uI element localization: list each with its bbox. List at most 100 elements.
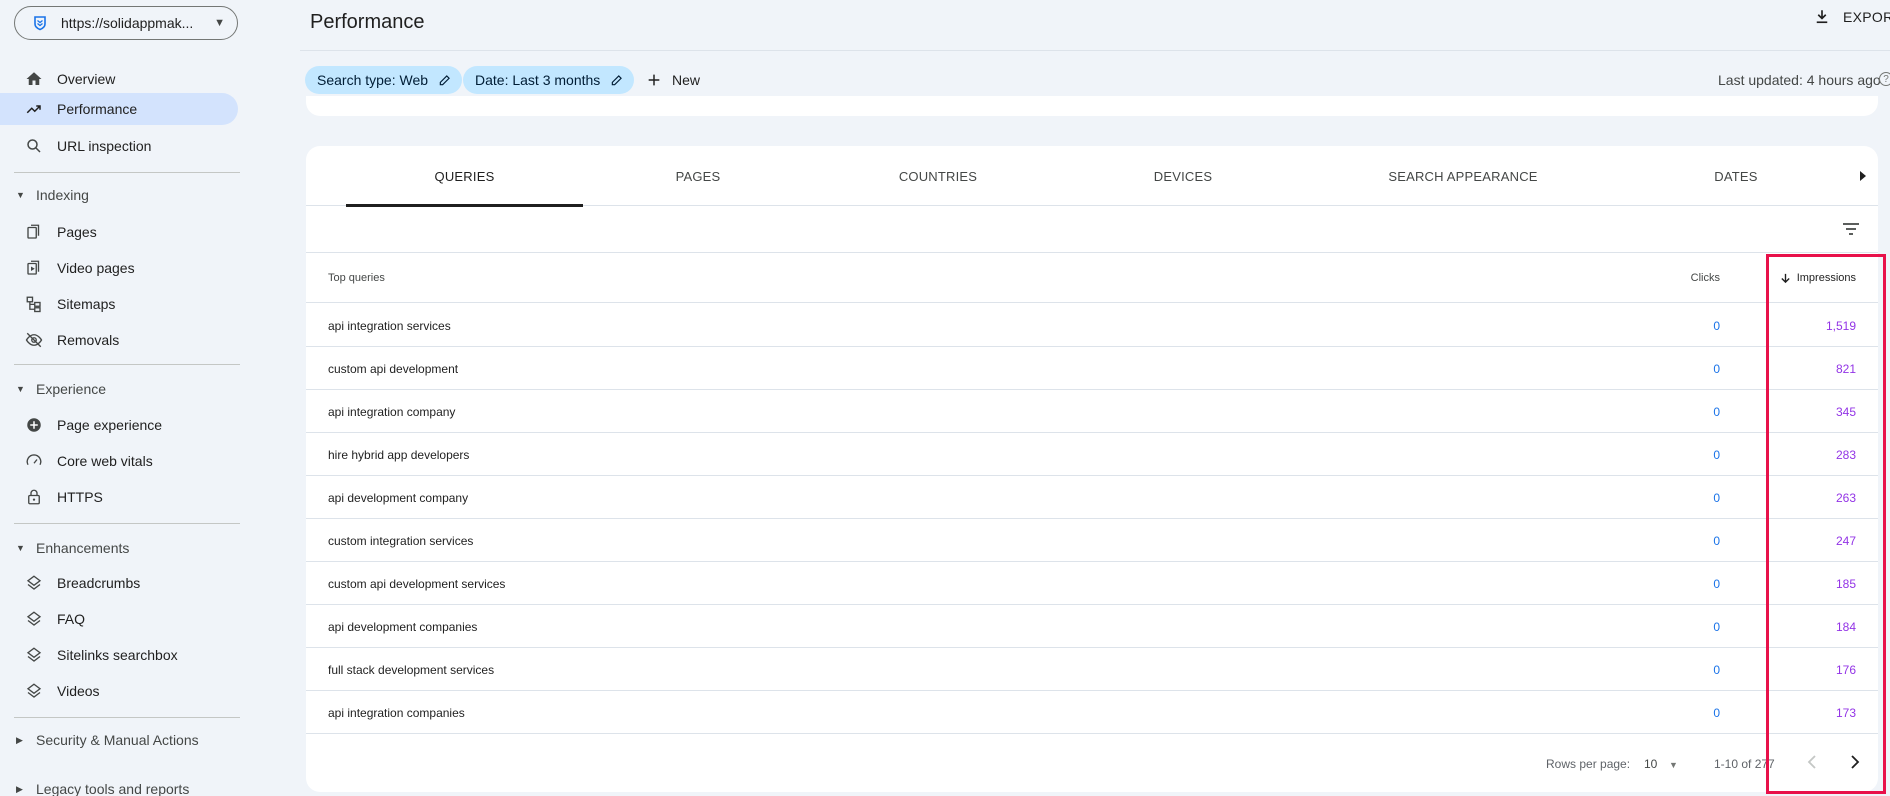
speedometer-icon — [24, 451, 44, 471]
chip-label: Search type: Web — [317, 72, 429, 88]
sidebar-item-label: Breadcrumbs — [57, 575, 141, 591]
sidebar-item-video-pages[interactable]: Video pages — [0, 252, 238, 284]
caret-right-icon: ▶ — [16, 734, 23, 745]
sidebar-item-removals[interactable]: Removals — [0, 324, 238, 356]
help-icon[interactable]: ? — [1879, 72, 1890, 86]
rows-per-page-select[interactable]: 10 — [1644, 757, 1657, 771]
sidebar-item-label: Pages — [57, 224, 97, 240]
download-icon — [1813, 8, 1831, 26]
tab-pages[interactable]: PAGES — [583, 146, 813, 206]
sidebar-item-breadcrumbs[interactable]: Breadcrumbs — [0, 567, 238, 599]
dimension-tabs: QUERIES PAGES COUNTRIES DEVICES SEARCH A… — [306, 146, 1878, 207]
section-security[interactable]: ▶ Security & Manual Actions — [16, 732, 199, 748]
table-row[interactable]: api integration services 0 1,519 — [306, 304, 1878, 347]
query-cell: api development companies — [328, 619, 478, 634]
table-row[interactable]: custom api development services 0 185 — [306, 562, 1878, 605]
section-enhancements[interactable]: ▼ Enhancements — [16, 540, 129, 556]
layers-icon — [24, 645, 44, 665]
column-header-query: Top queries — [328, 272, 385, 284]
section-legacy-tools[interactable]: ▶ Legacy tools and reports — [16, 781, 189, 796]
site-logo-icon — [31, 14, 49, 32]
section-label: Enhancements — [36, 540, 130, 556]
new-filter-button[interactable]: New — [646, 66, 700, 94]
chip-label: Date: Last 3 months — [475, 72, 601, 88]
impressions-cell: 184 — [1835, 619, 1856, 634]
search-type-chip[interactable]: Search type: Web — [305, 66, 463, 94]
table-row[interactable]: api integration companies 0 173 — [306, 691, 1878, 734]
query-cell: api integration services — [328, 318, 451, 333]
column-header-impressions[interactable]: Impressions — [1780, 253, 1856, 303]
section-label: Experience — [36, 381, 107, 397]
caret-right-icon: ▶ — [16, 783, 23, 794]
sidebar-item-core-web-vitals[interactable]: Core web vitals — [0, 445, 238, 477]
impressions-cell: 173 — [1835, 705, 1856, 720]
home-icon — [24, 69, 44, 89]
tab-dates[interactable]: DATES — [1623, 146, 1849, 206]
previous-page-button[interactable] — [1805, 753, 1821, 771]
sidebar-item-label: FAQ — [57, 611, 86, 627]
sidebar-item-label: Removals — [57, 332, 120, 348]
tab-search-appearance[interactable]: SEARCH APPEARANCE — [1303, 146, 1623, 206]
chevron-down-icon: ▼ — [1669, 760, 1678, 770]
caret-down-icon: ▼ — [16, 543, 25, 553]
sidebar-item-label: Core web vitals — [57, 453, 153, 469]
sidebar-item-url-inspection[interactable]: URL inspection — [0, 130, 238, 162]
clicks-cell: 0 — [1713, 404, 1720, 419]
sidebar-item-faq[interactable]: FAQ — [0, 603, 238, 635]
table-row[interactable]: custom api development 0 821 — [306, 347, 1878, 390]
section-indexing[interactable]: ▼ Indexing — [16, 187, 89, 203]
impressions-cell: 176 — [1835, 662, 1856, 677]
tab-countries[interactable]: COUNTRIES — [813, 146, 1063, 206]
table-row[interactable]: api development companies 0 184 — [306, 605, 1878, 648]
caret-down-icon: ▼ — [16, 190, 25, 200]
column-header-clicks[interactable]: Clicks — [1691, 253, 1720, 303]
impressions-cell: 345 — [1835, 404, 1856, 419]
filter-icon[interactable] — [1842, 221, 1860, 237]
clicks-cell: 0 — [1713, 447, 1720, 462]
sidebar-item-page-experience[interactable]: Page experience — [0, 409, 238, 441]
clicks-cell: 0 — [1713, 361, 1720, 376]
trending-up-icon — [24, 99, 44, 119]
divider — [14, 172, 240, 173]
sidebar-item-label: Sitemaps — [57, 296, 116, 312]
sidebar-item-label: Video pages — [57, 260, 135, 276]
query-cell: hire hybrid app developers — [328, 447, 470, 462]
video-pages-icon — [24, 258, 44, 278]
chevron-down-icon: ▼ — [214, 17, 225, 29]
sidebar-item-label: Performance — [57, 101, 138, 117]
sidebar-item-overview[interactable]: Overview — [0, 63, 238, 95]
table-row[interactable]: api development company 0 263 — [306, 476, 1878, 519]
property-url: https://solidappmak... — [61, 15, 194, 31]
query-cell: api integration companies — [328, 705, 465, 720]
section-experience[interactable]: ▼ Experience — [16, 381, 106, 397]
tab-devices[interactable]: DEVICES — [1063, 146, 1303, 206]
lock-icon — [24, 487, 44, 507]
sidebar-item-sitelinks-searchbox[interactable]: Sitelinks searchbox — [0, 639, 238, 671]
layers-icon — [24, 573, 44, 593]
table-row[interactable]: full stack development services 0 176 — [306, 648, 1878, 691]
visibility-off-icon — [24, 330, 44, 350]
sidebar-item-https[interactable]: HTTPS — [0, 481, 238, 513]
sidebar-item-videos[interactable]: Videos — [0, 675, 238, 707]
tabs-scroll-right-icon[interactable] — [1856, 167, 1870, 185]
export-label: EXPORT — [1843, 9, 1890, 25]
export-button[interactable]: EXPORT — [1813, 8, 1890, 26]
next-page-button[interactable] — [1846, 753, 1862, 771]
sidebar-item-sitemaps[interactable]: Sitemaps — [0, 288, 238, 320]
table-row[interactable]: custom integration services 0 247 — [306, 519, 1878, 562]
tab-queries[interactable]: QUERIES — [346, 146, 583, 207]
query-cell: api integration company — [328, 404, 456, 419]
query-cell: api development company — [328, 490, 469, 505]
sidebar-item-pages[interactable]: Pages — [0, 216, 238, 248]
table-row[interactable]: hire hybrid app developers 0 283 — [306, 433, 1878, 476]
clicks-cell: 0 — [1713, 619, 1720, 634]
property-selector[interactable]: https://solidappmak... ▼ — [14, 6, 238, 40]
clicks-cell: 0 — [1713, 490, 1720, 505]
arrow-down-icon — [1780, 273, 1791, 284]
query-cell: custom api development — [328, 361, 459, 376]
date-range-chip[interactable]: Date: Last 3 months — [463, 66, 635, 94]
sidebar-item-label: Page experience — [57, 417, 163, 433]
table-row[interactable]: api integration company 0 345 — [306, 390, 1878, 433]
layers-icon — [24, 681, 44, 701]
sidebar-item-performance[interactable]: Performance — [0, 93, 238, 125]
